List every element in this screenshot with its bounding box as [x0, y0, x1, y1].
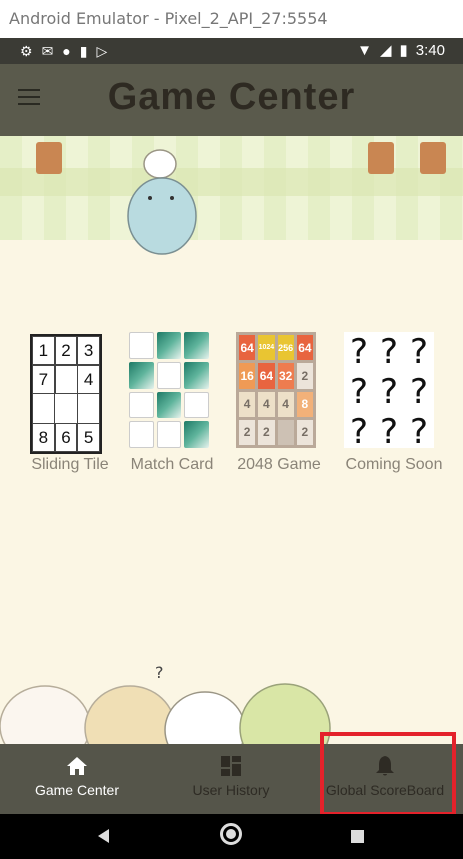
- match-card-thumbnail[interactable]: [129, 332, 209, 448]
- dashboard-icon: [221, 756, 241, 776]
- nav-item-game-center[interactable]: Game Center: [12, 744, 142, 814]
- wifi-icon: ▼: [357, 41, 372, 59]
- gmail-icon: ✉: [41, 43, 54, 59]
- game-label[interactable]: Coming Soon: [324, 456, 463, 474]
- circle-icon: ●: [62, 43, 71, 59]
- game-grid: 123 74 865 Sliding Tile Match Card 64 10…: [0, 332, 463, 482]
- home-button[interactable]: [220, 823, 242, 845]
- back-button[interactable]: [98, 829, 109, 843]
- coming-soon-thumbnail[interactable]: ??? ??? ???: [344, 332, 434, 452]
- emulator-title-bar: Android Emulator - Pixel_2_API_27:5554: [0, 0, 463, 39]
- system-navigation-bar: [0, 814, 463, 859]
- battery-icon: ▮: [399, 42, 408, 59]
- emulator-title: Android Emulator - Pixel_2_API_27:5554: [9, 9, 328, 28]
- sd-card-icon: ▮: [79, 43, 88, 59]
- header-illustration: [0, 136, 463, 240]
- svg-text:?: ?: [155, 663, 164, 682]
- home-icon: [67, 757, 87, 775]
- highlight-box: [320, 732, 456, 816]
- footer-illustration: ?: [0, 663, 331, 744]
- status-bar: ⚙ ✉ ● ▮ ▷ ▼ ◢ ▮ 3:40: [0, 38, 463, 64]
- character-illustration: [127, 149, 197, 255]
- game-2048-thumbnail[interactable]: 64 1024 256 64 16 64 32 2 4 4 4 8 2 2 2: [236, 332, 316, 448]
- sliding-tile-thumbnail[interactable]: 123 74 865: [30, 334, 102, 454]
- clock: 3:40: [415, 41, 445, 59]
- nav-item-user-history[interactable]: User History: [166, 744, 296, 814]
- nav-label: Game Center: [34, 782, 120, 798]
- gear-icon: ⚙: [20, 43, 33, 59]
- page-title: Game Center: [107, 76, 356, 118]
- main-content: 123 74 865 Sliding Tile Match Card 64 10…: [0, 136, 463, 744]
- signal-icon: ◢: [379, 42, 392, 59]
- play-store-icon: ▷: [96, 43, 108, 59]
- nav-label: User History: [192, 782, 270, 798]
- recent-apps-button[interactable]: [351, 830, 364, 843]
- app-bar: Game Center: [0, 64, 463, 136]
